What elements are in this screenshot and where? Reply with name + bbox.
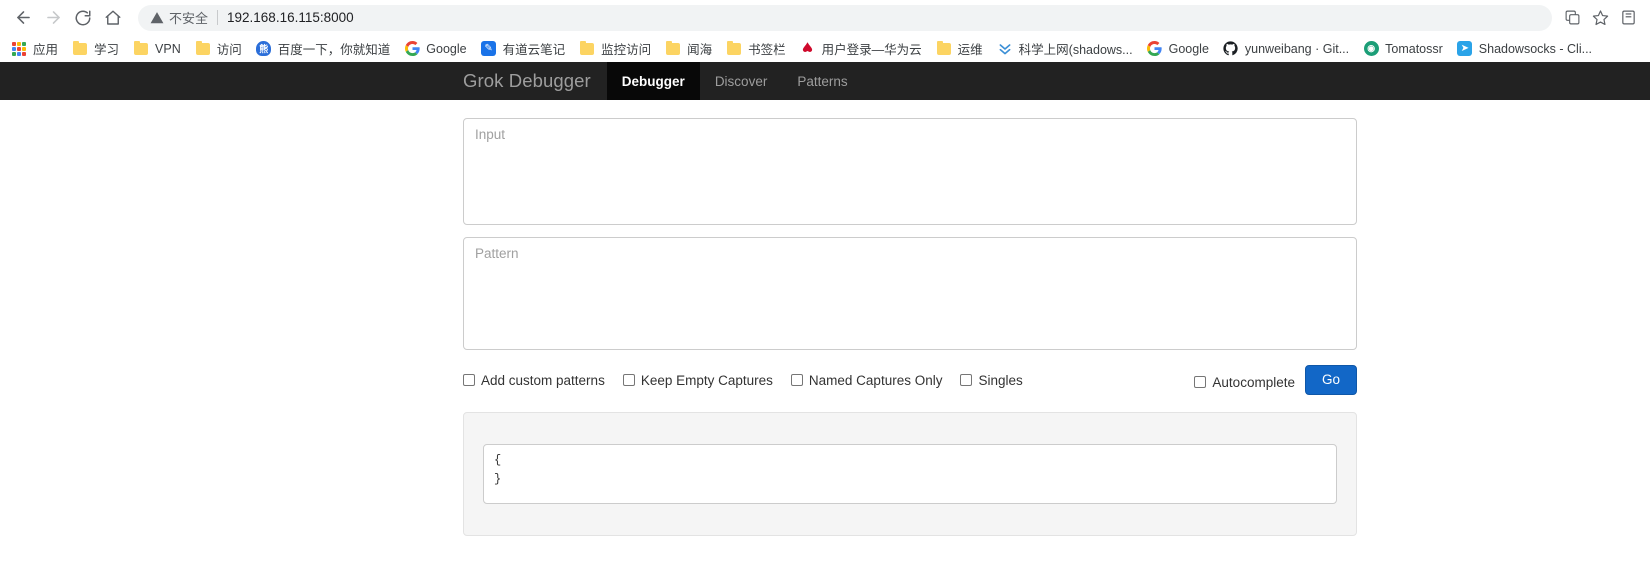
bookmark-vpn[interactable]: VPN [126,38,188,60]
go-button[interactable]: Go [1304,365,1357,395]
back-button[interactable] [8,3,38,33]
bookmark-label: 访问 [216,43,242,57]
bookmark-label: Google [426,41,467,56]
folder-icon [726,40,742,57]
security-indicator[interactable]: 不安全 [150,8,208,27]
github-icon [1223,41,1239,57]
google-icon [1147,41,1163,57]
checkbox-keep-empty-captures[interactable] [622,374,635,386]
checkbox-singles[interactable] [960,374,973,386]
folder-icon [579,40,595,57]
apps-grid-icon [11,41,27,57]
omnibox[interactable]: 不安全 192.168.16.115:8000 [138,4,1552,31]
tomato-icon: ◉ [1363,41,1379,57]
option-label: Add custom patterns [481,372,605,388]
option-label: Named Captures Only [808,372,943,388]
tab-patterns[interactable]: Patterns [782,62,862,100]
page-body: Add custom patterns Keep Empty Captures … [0,100,1650,588]
checkbox-autocomplete[interactable] [1194,376,1207,388]
app-navbar: Grok Debugger Debugger Discover Patterns [0,62,1650,100]
google-icon [404,41,420,57]
home-button[interactable] [98,3,128,33]
bookmarks-bar: 应用 学习 VPN 访问 熊 百度一下，你就知道 Google ✎ 有道云笔记 … [0,35,1650,62]
browser-toolbar: 不安全 192.168.16.115:8000 [0,0,1650,35]
bookmark-label: 学习 [94,43,120,57]
bookmark-apps[interactable]: 应用 [4,38,65,60]
bookmark-xuexi[interactable]: 学习 [65,38,126,60]
bookmark-huawei-cloud[interactable]: 用户登录—华为云 [793,38,929,60]
checkbox-add-custom-patterns[interactable] [463,374,475,386]
bookmark-label: Tomatossr [1385,41,1443,56]
youdao-icon: ✎ [481,41,497,57]
bookmark-label: 应用 [33,43,59,57]
bookmark-label: Google [1168,41,1209,56]
result-output[interactable]: { } [483,444,1337,504]
option-label: Singles [978,372,1023,388]
folder-icon [72,40,88,57]
bookmark-youdao[interactable]: ✎ 有道云笔记 [474,38,573,60]
result-panel: { } [463,412,1357,536]
tab-discover[interactable]: Discover [700,62,783,100]
bookmark-label: VPN [155,41,181,56]
option-label: Keep Empty Captures [640,372,773,388]
folder-icon [133,40,149,57]
toolbar-right-icons [1558,4,1642,32]
option-label: Autocomplete [1212,374,1295,390]
bookmark-fangwen[interactable]: 访问 [188,38,249,60]
input-textarea[interactable] [463,118,1357,225]
bookmark-jiankong[interactable]: 监控访问 [572,38,658,60]
baidu-icon: 熊 [256,41,272,57]
bookmark-google-1[interactable]: Google [397,38,473,60]
bookmark-label: 监控访问 [601,43,652,57]
bookmark-label: Shadowsocks - Cli... [1478,41,1593,56]
bookmark-shadowsocks-site[interactable]: 科学上网(shadows... [990,38,1140,60]
bookmark-tomatossr[interactable]: ◉ Tomatossr [1356,38,1450,60]
folder-icon [195,40,211,57]
bookmark-yunwei[interactable]: 运维 [929,38,990,60]
translate-icon[interactable] [1558,4,1586,32]
omnibox-divider [217,10,219,25]
checkbox-named-captures-only[interactable] [790,374,803,386]
bookmark-label: 用户登录—华为云 [821,43,922,57]
bookmark-label: yunweibang · Git... [1244,41,1350,56]
folder-icon [936,40,952,57]
bookmark-shadowsocks-client[interactable]: ➤ Shadowsocks - Cli... [1450,38,1599,60]
bookmark-label: 书签栏 [748,43,786,57]
forward-button[interactable] [38,3,68,33]
bookmark-wenhai[interactable]: 闻海 [658,38,719,60]
bookmark-label: 闻海 [687,43,713,57]
bookmark-label: 有道云笔记 [502,43,566,57]
security-label: 不安全 [169,11,209,26]
option-keep-empty-captures[interactable]: Keep Empty Captures [622,372,773,388]
bookmark-label: 科学上网(shadows... [1018,43,1133,57]
folder-icon [665,40,681,57]
bookmark-baidu[interactable]: 熊 百度一下，你就知道 [249,38,398,60]
bookmark-google-2[interactable]: Google [1140,38,1216,60]
brand-title[interactable]: Grok Debugger [463,62,607,100]
debugger-form: Add custom patterns Keep Empty Captures … [463,100,1357,536]
option-add-custom-patterns[interactable]: Add custom patterns [463,373,605,388]
warning-triangle-icon [150,11,164,25]
huawei-icon [800,41,816,57]
chevrons-down-icon [997,41,1013,57]
paper-plane-icon: ➤ [1457,41,1473,57]
option-named-captures-only[interactable]: Named Captures Only [790,372,943,388]
url-text[interactable]: 192.168.16.115:8000 [227,10,354,25]
pattern-textarea[interactable] [463,237,1357,350]
extensions-icon[interactable] [1614,4,1642,32]
option-autocomplete[interactable]: Autocomplete [1194,375,1295,390]
bookmark-label: 运维 [957,43,983,57]
bookmark-shuqianlan[interactable]: 书签栏 [719,38,793,60]
bookmark-star-icon[interactable] [1586,4,1614,32]
options-right-group: Autocomplete Go [1194,364,1357,396]
option-singles[interactable]: Singles [960,372,1023,388]
options-row: Add custom patterns Keep Empty Captures … [463,364,1357,396]
bookmark-github[interactable]: yunweibang · Git... [1216,38,1356,60]
tab-debugger[interactable]: Debugger [606,62,700,100]
reload-button[interactable] [68,3,98,33]
bookmark-label: 百度一下，你就知道 [277,43,391,57]
